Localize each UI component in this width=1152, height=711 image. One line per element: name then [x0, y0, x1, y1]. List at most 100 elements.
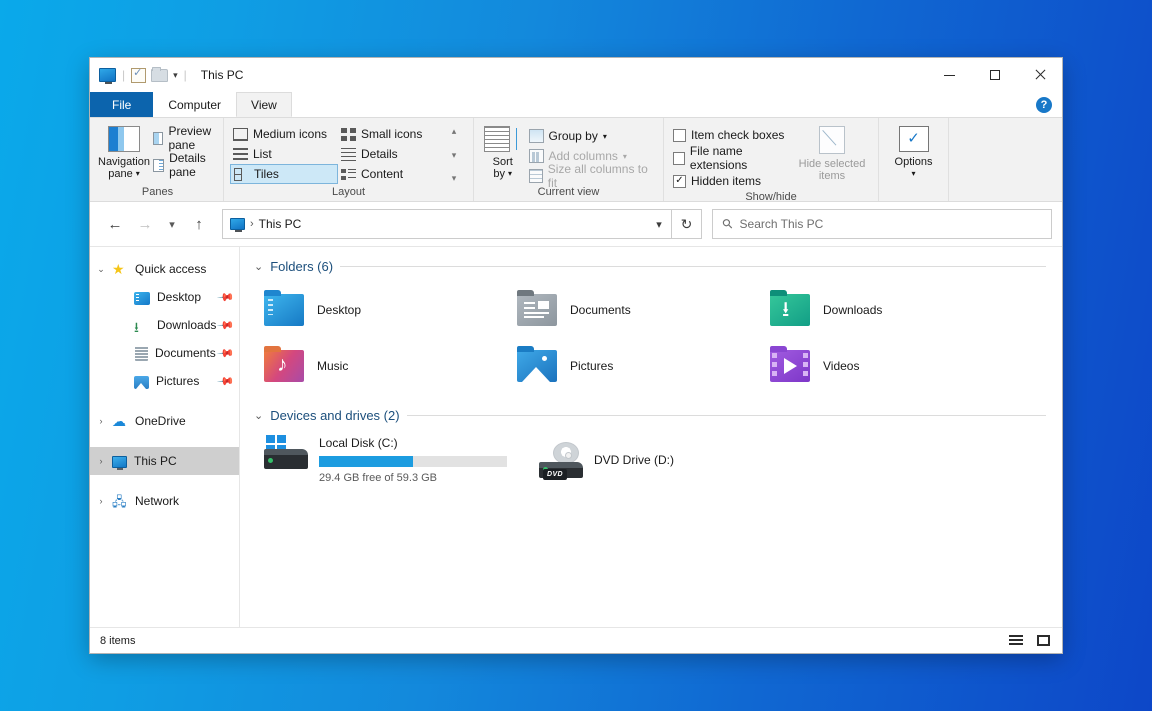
item-label: Videos — [823, 359, 859, 373]
up-button[interactable]: ↑ — [184, 209, 214, 239]
sidebar-item-quick-access[interactable]: ⌄ ★ Quick access — [90, 255, 239, 283]
layout-medium-icons[interactable]: Medium icons — [230, 124, 338, 144]
hidden-items-checkbox[interactable]: ✓ Hidden items — [670, 171, 795, 191]
new-folder-icon[interactable] — [151, 69, 168, 82]
forward-button[interactable]: → — [130, 209, 160, 239]
preview-pane-toggle[interactable]: Preview pane — [150, 128, 219, 148]
sidebar-item-this-pc[interactable]: › This PC — [90, 447, 239, 475]
chevron-down-icon[interactable]: ⌄ — [254, 260, 263, 273]
hide-selected-items-button[interactable]: Hide selected items — [795, 122, 869, 182]
preview-pane-icon — [153, 132, 163, 145]
minimize-button[interactable] — [927, 58, 972, 92]
tab-computer[interactable]: Computer — [153, 92, 236, 117]
sidebar-item-label: OneDrive — [135, 414, 186, 428]
pin-icon[interactable]: 📌 — [217, 288, 236, 307]
group-header-folders[interactable]: ⌄ Folders (6) — [254, 259, 1046, 274]
search-input[interactable]: Search This PC — [740, 217, 824, 231]
file-explorer-window: | ▾ | This PC File Computer View Minimiz… — [90, 58, 1062, 653]
navigation-pane-label-line1: Navigation — [98, 156, 150, 168]
options-label: Options — [895, 156, 933, 168]
chevron-down-icon[interactable]: ▾ — [603, 132, 607, 141]
layout-list-label: List — [253, 147, 272, 161]
chevron-right-icon[interactable]: › — [90, 416, 112, 426]
ribbon-group-label-current-view: Current view — [480, 186, 657, 201]
list-item[interactable]: Desktop — [254, 282, 507, 338]
layout-tiles[interactable]: Tiles — [230, 164, 338, 184]
recent-locations-button[interactable]: ▾ — [160, 209, 184, 239]
navigation-pane-button[interactable]: Navigation pane ▾ — [98, 122, 150, 180]
sidebar-item-network[interactable]: › 🖧 Network — [90, 487, 239, 515]
tab-file[interactable]: File — [90, 92, 153, 117]
list-item[interactable]: Downloads — [760, 282, 1013, 338]
chevron-down-icon[interactable]: ▾ — [508, 168, 512, 180]
group-by-button[interactable]: Group by ▾ — [526, 126, 658, 146]
chevron-right-icon[interactable]: › — [90, 496, 112, 506]
address-bar[interactable]: › This PC ▾ — [222, 209, 672, 239]
scroll-down-icon[interactable]: ▾ — [452, 150, 457, 161]
help-button[interactable]: ? — [1036, 97, 1052, 113]
tab-view[interactable]: View — [236, 92, 292, 117]
layout-list[interactable]: List — [230, 144, 338, 164]
sidebar-item-downloads[interactable]: ⭳ Downloads 📌 — [90, 311, 239, 339]
refresh-button[interactable]: ↻ — [672, 209, 702, 239]
pin-icon[interactable]: 📌 — [217, 344, 236, 363]
scroll-up-icon[interactable]: ▴ — [452, 126, 457, 137]
sidebar-item-label: Documents — [155, 346, 216, 360]
list-item[interactable]: Documents — [507, 282, 760, 338]
capacity-bar — [319, 456, 507, 467]
item-check-boxes-checkbox[interactable]: Item check boxes — [670, 125, 795, 145]
maximize-button[interactable] — [972, 58, 1017, 92]
list-item[interactable]: Local Disk (C:) 29.4 GB free of 59.3 GB — [254, 431, 529, 489]
group-header-devices[interactable]: ⌄ Devices and drives (2) — [254, 408, 1046, 423]
scroll-more-icon[interactable]: ▾ — [452, 173, 457, 184]
file-list[interactable]: ⌄ Folders (6) Desktop Documents Download… — [240, 247, 1062, 627]
search-box[interactable]: ⚲ Search This PC — [712, 209, 1052, 239]
sidebar-item-desktop[interactable]: Desktop 📌 — [90, 283, 239, 311]
list-item[interactable]: Music — [254, 338, 507, 394]
breadcrumb-this-pc[interactable]: This PC — [259, 217, 302, 231]
chevron-down-icon[interactable]: ⌄ — [254, 409, 263, 422]
chevron-right-icon[interactable]: › — [90, 456, 112, 466]
details-view-button[interactable] — [1007, 632, 1025, 650]
close-icon — [1034, 69, 1046, 81]
pictures-folder-icon — [517, 350, 557, 382]
file-name-extensions-checkbox[interactable]: File name extensions — [670, 148, 795, 168]
list-item[interactable]: Videos — [760, 338, 1013, 394]
properties-icon[interactable] — [131, 68, 146, 83]
chevron-down-icon[interactable]: ▾ — [647, 210, 671, 238]
layout-small-icons[interactable]: Small icons — [338, 124, 446, 144]
list-item[interactable]: DVD DVD Drive (D:) — [529, 431, 804, 489]
options-button[interactable]: ✓ Options ▾ — [885, 122, 942, 180]
large-icons-view-button[interactable] — [1034, 632, 1052, 650]
chevron-down-icon[interactable]: ▾ — [173, 70, 178, 81]
layout-content[interactable]: Content — [338, 164, 446, 184]
address-bar-row: ← → ▾ ↑ › This PC ▾ ↻ ⚲ Search This PC — [90, 202, 1062, 246]
ribbon-group-label-options — [885, 198, 942, 201]
chevron-down-icon[interactable]: ▾ — [623, 152, 627, 161]
sidebar-item-onedrive[interactable]: › ☁ OneDrive — [90, 407, 239, 435]
size-all-columns-button[interactable]: Size all columns to fit — [526, 166, 658, 186]
layout-details[interactable]: Details — [338, 144, 446, 164]
sort-by-label-line1: Sort — [493, 156, 513, 168]
list-item[interactable]: Pictures — [507, 338, 760, 394]
window-title: This PC — [201, 68, 244, 82]
pin-icon[interactable]: 📌 — [217, 372, 236, 391]
sort-by-label-line2: by — [493, 168, 505, 180]
item-label: Downloads — [823, 303, 882, 317]
chevron-down-icon[interactable]: ⌄ — [90, 264, 112, 275]
chevron-down-icon[interactable]: ▾ — [136, 168, 140, 180]
sidebar-item-documents[interactable]: Documents 📌 — [90, 339, 239, 367]
close-button[interactable] — [1017, 58, 1062, 92]
sort-by-button[interactable]: Sort by ▾ — [480, 122, 526, 180]
back-button[interactable]: ← — [100, 209, 130, 239]
pictures-icon — [134, 376, 149, 389]
sidebar-item-pictures[interactable]: Pictures 📌 — [90, 367, 239, 395]
videos-folder-icon — [770, 350, 810, 382]
drive-info: Local Disk (C:) 29.4 GB free of 59.3 GB — [319, 435, 507, 484]
chevron-down-icon[interactable]: ▾ — [911, 168, 915, 180]
music-folder-icon — [264, 350, 304, 382]
network-icon: 🖧 — [112, 493, 128, 509]
this-pc-icon[interactable] — [99, 68, 116, 82]
details-pane-toggle[interactable]: Details pane — [150, 155, 219, 175]
pin-icon[interactable]: 📌 — [217, 316, 236, 335]
